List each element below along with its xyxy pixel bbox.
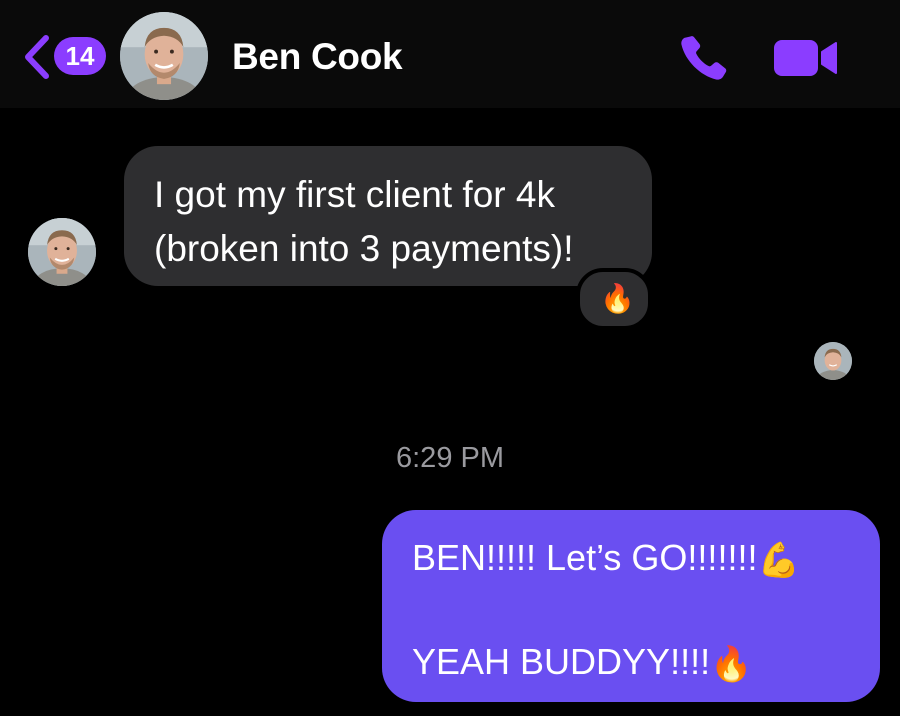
message-text: BEN!!!!! Let’s GO!!!!!!! <box>412 537 758 578</box>
unread-count-badge: 14 <box>54 37 106 75</box>
incoming-message-bubble[interactable]: I got my first client for 4k (broken int… <box>124 146 652 286</box>
video-camera-icon <box>774 40 837 76</box>
phone-icon <box>681 36 727 80</box>
chevron-left-icon <box>25 35 49 79</box>
reaction-badge[interactable]: 🔥 <box>576 268 652 330</box>
outgoing-message-bubble[interactable]: BEN!!!!! Let’s GO!!!!!!!💪 YEAH BUDDYY!!!… <box>382 510 880 702</box>
message-timestamp: 6:29 PM <box>396 442 504 474</box>
message-text-line: I got my first client for 4k <box>154 174 555 215</box>
video-call-button[interactable] <box>770 36 842 78</box>
contact-avatar[interactable] <box>120 12 208 100</box>
voice-call-button[interactable] <box>672 30 734 86</box>
avatar-photo <box>814 342 852 380</box>
fire-emoji-icon: 🔥 <box>600 283 635 314</box>
avatar-photo <box>28 218 96 286</box>
fire-emoji-icon: 🔥 <box>710 645 753 684</box>
message-text-line: BEN!!!!! Let’s GO!!!!!!!💪 <box>412 532 860 584</box>
read-receipt-avatar <box>814 342 852 380</box>
message-text-line: YEAH BUDDYY!!!!🔥 <box>412 636 860 688</box>
back-button[interactable]: 14 <box>18 30 108 82</box>
flexed-biceps-emoji-icon: 💪 <box>757 541 800 580</box>
message-text: YEAH BUDDYY!!!! <box>412 641 711 682</box>
message-text-line: (broken into 3 payments)! <box>154 228 574 269</box>
avatar-photo <box>120 12 208 100</box>
chat-header: 14 Ben Cook <box>0 0 900 108</box>
contact-name[interactable]: Ben Cook <box>232 36 403 78</box>
sender-avatar[interactable] <box>28 218 96 286</box>
